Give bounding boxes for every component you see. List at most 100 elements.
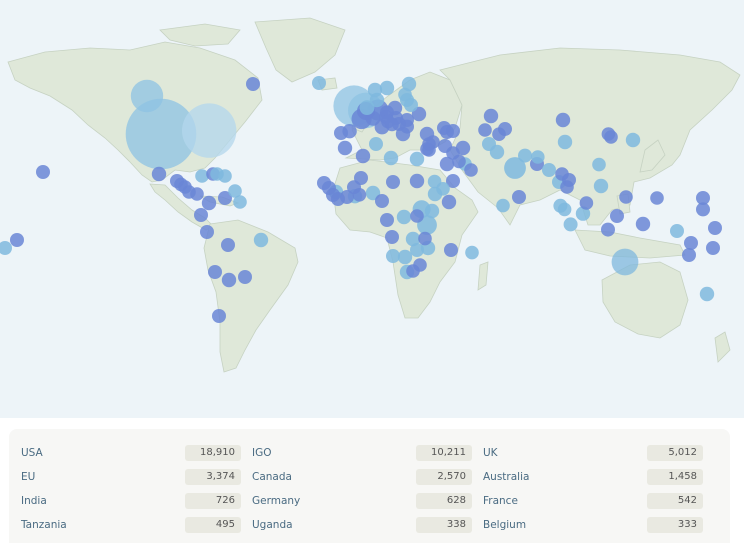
map-bubble[interactable] [208,265,222,279]
map-bubble[interactable] [446,124,460,138]
map-bubble[interactable] [409,173,425,189]
map-bubble[interactable] [557,134,573,150]
map-bubble[interactable] [592,157,606,172]
map-bubble[interactable] [492,127,506,141]
map-bubble[interactable] [619,190,633,204]
map-bubble[interactable] [593,178,609,194]
stat-country-value: 726 [185,493,241,509]
world-map[interactable] [0,0,744,418]
map-bubble[interactable] [201,195,217,211]
map-bubble[interactable] [10,233,24,247]
map-bubble[interactable] [200,225,214,239]
map-bubble[interactable] [464,163,478,177]
map-bubble[interactable] [221,272,237,288]
map-bubble[interactable] [452,154,466,169]
map-bubble[interactable] [212,309,226,323]
map-bubble[interactable] [444,243,458,257]
map-bubble[interactable] [708,221,722,235]
map-bubble[interactable] [379,80,395,96]
map-bubble[interactable] [400,119,414,134]
map-bubble[interactable] [375,194,389,208]
map-bubble[interactable] [601,222,615,237]
map-bubble[interactable] [706,241,720,255]
map-bubble[interactable] [0,241,12,255]
stat-country-name: Canada [252,471,292,483]
map-bubble[interactable] [696,202,710,217]
stat-country-value: 10,211 [416,445,472,461]
map-bubble[interactable] [367,82,383,98]
map-bubble[interactable] [426,135,440,149]
map-bubble[interactable] [418,231,432,246]
stat-country-value: 2,570 [416,469,472,485]
map-bubble[interactable] [563,217,578,232]
map-bubble[interactable] [682,248,696,262]
map-bubble[interactable] [531,150,545,164]
map-bubble[interactable] [436,182,450,196]
map-bubble[interactable] [130,79,164,113]
map-bubble[interactable] [413,258,427,272]
map-bubble[interactable] [238,270,252,284]
stat-country-name: France [483,495,518,507]
map-bubble[interactable] [410,243,424,257]
map-bubble[interactable] [397,249,413,265]
stat-country-name: EU [21,471,36,483]
map-bubble[interactable] [611,248,639,276]
map-bubble[interactable] [246,77,260,91]
map-bubble[interactable] [518,148,532,163]
map-bubble[interactable] [512,190,526,204]
map-bubble[interactable] [478,123,492,137]
map-bubble[interactable] [670,224,684,238]
map-bubble[interactable] [635,216,651,232]
stat-country-value: 5,012 [647,445,703,461]
map-bubble[interactable] [542,163,556,177]
map-bubble[interactable] [253,232,269,248]
map-bubble[interactable] [557,202,572,217]
map-bubble[interactable] [409,151,425,167]
map-bubble[interactable] [312,76,326,90]
map-bubble[interactable] [36,165,50,179]
map-bubble[interactable] [386,175,400,189]
map-bubble[interactable] [182,103,237,158]
map-bubble[interactable] [496,198,510,213]
map-bubble[interactable] [383,150,399,166]
map-bubble[interactable] [684,236,698,250]
map-bubble[interactable] [441,194,457,210]
map-bubble[interactable] [352,188,367,202]
country-stats-panel: USA 18,910 IGO 10,211 UK 5,012 EU 3,374 Canada 2,… [9,429,730,543]
map-bubble[interactable] [482,137,496,151]
map-bubble[interactable] [610,209,624,223]
map-bubble[interactable] [699,286,715,302]
map-bubble[interactable] [386,249,400,263]
world-map-canvas[interactable] [0,0,744,418]
map-bubble[interactable] [190,187,204,201]
map-bubble[interactable] [424,203,440,219]
map-bubble[interactable] [218,169,232,183]
map-bubble[interactable] [555,112,571,128]
map-bubble[interactable] [221,238,235,252]
map-bubble[interactable] [601,127,616,141]
map-bubble[interactable] [625,132,641,148]
map-bubble[interactable] [233,195,247,209]
map-bubble[interactable] [555,167,569,181]
stat-country-name: India [21,495,47,507]
map-bubble[interactable] [355,148,371,164]
map-bubble[interactable] [385,117,399,132]
map-bubble[interactable] [194,208,208,222]
map-bubble[interactable] [385,230,399,244]
map-bubble[interactable] [337,140,353,156]
map-bubble[interactable] [465,245,479,260]
map-bubble[interactable] [151,166,167,182]
map-bubble[interactable] [369,137,383,151]
map-bubble[interactable] [354,171,368,185]
map-bubble[interactable] [650,191,664,205]
map-bubble[interactable] [398,87,412,102]
map-bubble[interactable] [579,196,594,210]
map-bubble[interactable] [410,209,424,223]
map-bubble[interactable] [380,213,394,227]
map-bubble[interactable] [560,180,574,194]
map-bubble[interactable] [334,126,348,140]
map-bubble[interactable] [396,209,412,225]
stat-country-value: 628 [416,493,472,509]
landmass-australia [601,261,689,339]
map-bubble[interactable] [483,108,499,124]
